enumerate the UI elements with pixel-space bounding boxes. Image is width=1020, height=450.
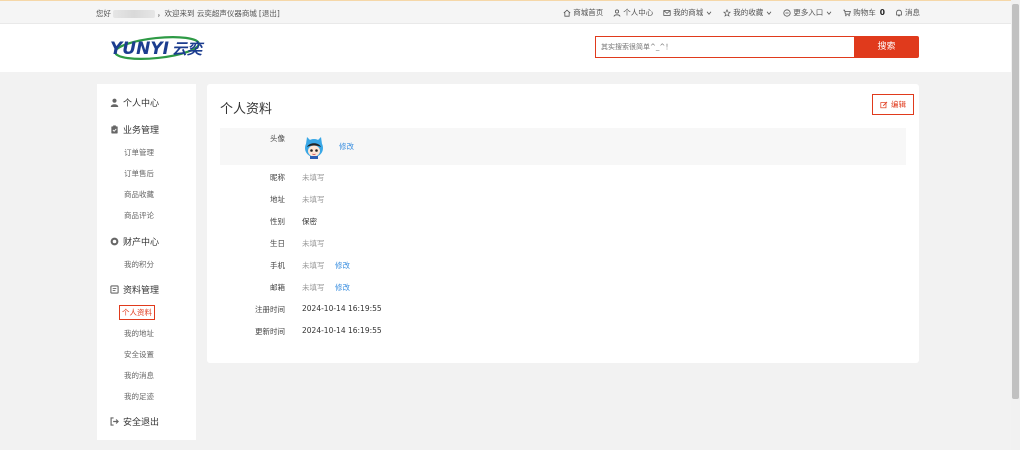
star-icon: [723, 8, 732, 17]
sidebar-item-product-favorites[interactable]: 商品收藏: [124, 189, 154, 200]
gender-value: 保密: [302, 217, 317, 226]
cart-count: 0: [879, 8, 885, 17]
page-title: 个人资料: [220, 102, 273, 117]
top-link-cart-label: 购物车: [853, 8, 876, 17]
address-label: 地址: [270, 195, 285, 204]
address-value: 未填写: [302, 195, 325, 204]
top-bar: 您好 ，欢迎来到 云奕超声仪器商城 [退出] 商城首页 个人中心 我的商城 我的…: [0, 0, 1020, 24]
sidebar-group-label: 资料管理: [123, 286, 160, 296]
search-button[interactable]: 搜索: [854, 36, 919, 58]
page-scrollbar[interactable]: [1011, 0, 1020, 450]
top-link-messages-label: 消息: [905, 8, 920, 17]
top-link-user-center-label: 个人中心: [623, 8, 654, 17]
sidebar-item-personal-info[interactable]: 个人资料: [119, 305, 155, 320]
sidebar-item-my-messages[interactable]: 我的消息: [124, 370, 154, 381]
top-link-user-center[interactable]: 个人中心: [613, 7, 653, 18]
profile-card-icon: [110, 285, 119, 294]
top-link-cart[interactable]: 购物车 0: [843, 7, 885, 18]
search-input[interactable]: [595, 36, 855, 58]
coin-icon: [110, 237, 119, 246]
user-icon: [613, 9, 621, 17]
avatar-label: 头像: [270, 134, 285, 143]
logout-link[interactable]: [退出]: [259, 8, 280, 19]
user-avatar: [305, 137, 323, 159]
edit-button[interactable]: 编辑: [872, 94, 914, 115]
clipboard-icon: [111, 125, 118, 134]
birthday-value: 未填写: [302, 239, 325, 248]
sidebar-group-assets: 财产中心: [110, 235, 159, 248]
search-bar: 搜索: [595, 36, 919, 58]
nickname-value: 未填写: [302, 173, 325, 182]
update-time-label: 更新时间: [255, 327, 285, 336]
top-link-favorites-label: 我的收藏: [733, 8, 764, 17]
sidebar-item-product-reviews[interactable]: 商品评论: [124, 210, 154, 221]
cart-icon: [843, 9, 852, 16]
gender-label: 性别: [270, 217, 285, 226]
nickname-label: 昵称: [270, 173, 285, 182]
circle-plus-icon: [783, 8, 791, 17]
top-link-more-label: 更多入口: [793, 8, 824, 17]
top-link-my-mall[interactable]: 我的商城: [663, 7, 713, 18]
logout-icon: [110, 417, 119, 426]
sidebar: 个人中心 业务管理 订单管理 订单售后 商品收藏 商品评论 财产中心 我的积分 …: [97, 84, 196, 440]
email-value: 未填写: [302, 283, 325, 292]
sidebar-group-business: 业务管理: [110, 123, 159, 136]
update-time-value: 2024-10-14 16:19:55: [302, 326, 382, 335]
phone-edit-link[interactable]: 修改: [335, 260, 350, 271]
top-link-my-mall-label: 我的商城: [673, 8, 704, 17]
sidebar-group-label: 个人中心: [123, 99, 160, 109]
sidebar-group-label: 业务管理: [123, 126, 160, 136]
profile-panel: 个人资料 编辑 头像 修改 昵称 未填写 地址 未填写 性别 保密 生日 未填写…: [207, 84, 919, 363]
sidebar-item-my-address[interactable]: 我的地址: [124, 328, 154, 339]
birthday-label: 生日: [270, 239, 285, 248]
chevron-down-icon: [826, 11, 832, 15]
sidebar-item-points[interactable]: 我的积分: [124, 259, 154, 270]
top-link-favorites[interactable]: 我的收藏: [723, 7, 773, 18]
bell-icon: [896, 9, 902, 16]
chevron-down-icon: [766, 11, 772, 15]
blurred-username: [113, 9, 155, 18]
site-header: YUNYI 云奕 搜索: [0, 24, 1020, 72]
edit-button-label: 编辑: [891, 100, 906, 109]
sidebar-item-orders[interactable]: 订单管理: [124, 147, 154, 158]
sidebar-item-after-sales[interactable]: 订单售后: [124, 168, 154, 179]
top-link-home-label: 商城首页: [573, 8, 604, 17]
svg-text:YUNYI: YUNYI: [110, 39, 169, 59]
phone-label: 手机: [270, 261, 285, 270]
svg-text:云奕: 云奕: [172, 40, 205, 58]
register-time-label: 注册时间: [255, 305, 285, 314]
phone-value: 未填写: [302, 261, 325, 270]
greeting-text: 您好: [96, 9, 111, 18]
home-icon: [563, 9, 571, 17]
mail-icon: [663, 9, 671, 16]
chevron-down-icon: [706, 11, 712, 15]
top-link-more[interactable]: 更多入口: [783, 7, 833, 18]
sidebar-group-profile: 资料管理: [110, 283, 159, 296]
sidebar-group-label: 财产中心: [123, 238, 160, 248]
email-label: 邮箱: [270, 283, 285, 292]
sidebar-group-label: 安全退出: [123, 418, 160, 428]
register-time-value: 2024-10-14 16:19:55: [302, 304, 382, 313]
sidebar-group-logout[interactable]: 安全退出: [110, 415, 159, 428]
avatar-edit-link[interactable]: 修改: [339, 141, 354, 152]
top-link-home[interactable]: 商城首页: [563, 7, 603, 18]
email-edit-link[interactable]: 修改: [335, 282, 350, 293]
sidebar-item-my-footprints[interactable]: 我的足迹: [124, 391, 154, 402]
top-nav: 商城首页 个人中心 我的商城 我的收藏 更多入口 购物车 0 消息: [563, 7, 920, 18]
sidebar-item-security-settings[interactable]: 安全设置: [124, 349, 154, 360]
brand-logo[interactable]: YUNYI 云奕: [110, 33, 214, 61]
user-icon: [110, 98, 119, 107]
sidebar-group-user-center[interactable]: 个人中心: [110, 96, 159, 109]
top-link-messages[interactable]: 消息: [895, 7, 920, 18]
welcome-area: 您好 ，欢迎来到 云奕超声仪器商城 [退出]: [96, 8, 280, 19]
scrollbar-thumb[interactable]: [1012, 4, 1019, 399]
welcome-text: ，欢迎来到 云奕超声仪器商城: [157, 9, 257, 18]
edit-icon: [880, 101, 888, 108]
